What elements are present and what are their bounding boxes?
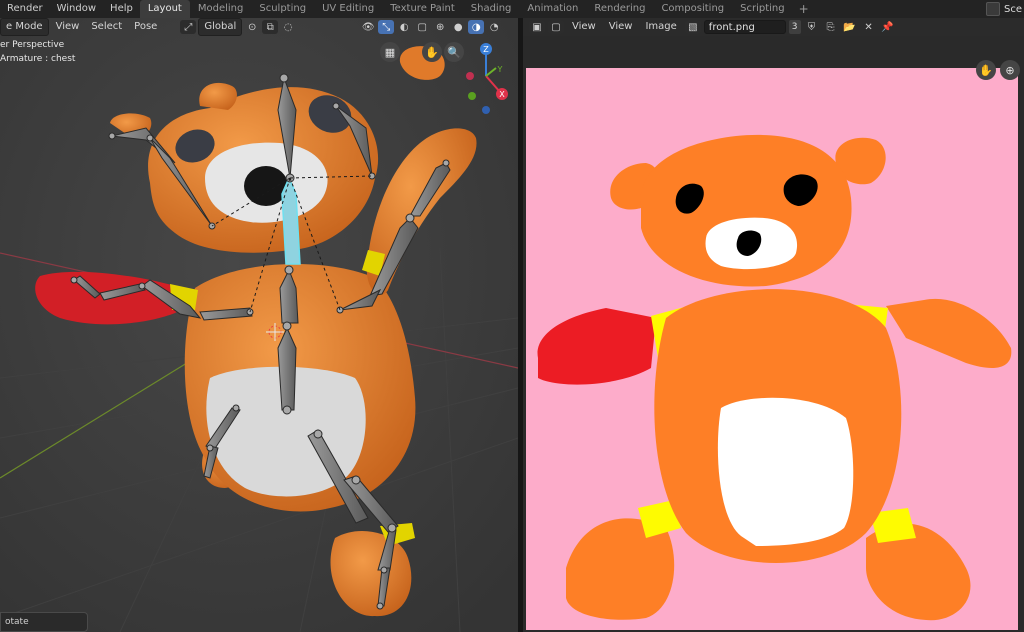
image-navigation-tools: ✋ ⊕ bbox=[976, 60, 1020, 80]
image-preview[interactable] bbox=[526, 68, 1018, 630]
tab-texture-paint[interactable]: Texture Paint bbox=[382, 0, 463, 18]
navigation-gizmo[interactable]: Z Y X bbox=[462, 40, 514, 120]
shading-wireframe-icon[interactable]: ⊕ bbox=[432, 20, 448, 34]
3d-viewport[interactable]: e Mode View Select Pose ⤢ Global ⊙ ⧉ ◌ 👁… bbox=[0, 18, 518, 632]
operator-hint: otate bbox=[0, 612, 88, 632]
overlays-icon[interactable]: ◐ bbox=[396, 20, 412, 34]
gizmo-z-label: Z bbox=[483, 45, 489, 54]
view-object-types-icon[interactable]: 👁 bbox=[360, 20, 376, 34]
menu-select[interactable]: Select bbox=[86, 19, 127, 35]
zoom-icon[interactable]: ⊕ bbox=[1000, 60, 1020, 80]
shading-material-icon[interactable]: ◑ bbox=[468, 20, 485, 34]
viewport-scene bbox=[0, 18, 518, 632]
scene-name[interactable]: Sce bbox=[1004, 4, 1022, 15]
tab-shading[interactable]: Shading bbox=[463, 0, 520, 18]
image-editor-header: ▣ ▢ View View Image ▧ front.png 3 ⛨ ⎘ 📂 … bbox=[523, 18, 1024, 36]
zoom-icon[interactable]: 🔍 bbox=[444, 42, 464, 62]
menu-view-dropdown[interactable]: View bbox=[567, 19, 601, 35]
gizmo-neg-z[interactable] bbox=[482, 106, 490, 114]
xray-icon[interactable]: ▢ bbox=[414, 20, 430, 34]
tab-compositing[interactable]: Compositing bbox=[653, 0, 732, 18]
image-filename-field[interactable]: front.png bbox=[703, 20, 786, 34]
unlink-close-icon[interactable]: ✕ bbox=[861, 20, 877, 34]
pin-icon[interactable]: 📌 bbox=[880, 20, 896, 34]
fake-user-shield-icon[interactable]: ⛨ bbox=[804, 20, 820, 34]
image-mode-icon[interactable]: ▢ bbox=[548, 20, 564, 34]
image-users-count[interactable]: 3 bbox=[788, 20, 801, 34]
new-image-icon[interactable]: ⎘ bbox=[823, 20, 839, 34]
pivot-point-icon[interactable]: ⊙ bbox=[244, 20, 260, 34]
gizmo-neg-y[interactable] bbox=[468, 92, 476, 100]
tab-modeling[interactable]: Modeling bbox=[190, 0, 252, 18]
image-browse-icon[interactable]: ▧ bbox=[684, 20, 701, 34]
editor-type-icon[interactable]: ▣ bbox=[529, 20, 545, 34]
pan-hand-icon[interactable]: ✋ bbox=[422, 42, 442, 62]
menu-window[interactable]: Window bbox=[50, 0, 103, 18]
active-object-text: Armature : chest bbox=[0, 54, 76, 64]
gizmo-y-label: Y bbox=[497, 65, 503, 74]
menu-render[interactable]: Render bbox=[0, 0, 50, 18]
menu-view[interactable]: View bbox=[604, 19, 638, 35]
show-gizmo-icon[interactable]: ⤡ bbox=[378, 20, 395, 34]
menu-view[interactable]: View bbox=[51, 19, 85, 35]
tab-animation[interactable]: Animation bbox=[519, 0, 586, 18]
gizmo-neg-x[interactable] bbox=[466, 72, 474, 80]
snap-icon[interactable]: ⧉ bbox=[262, 20, 279, 34]
image-editor[interactable]: ▣ ▢ View View Image ▧ front.png 3 ⛨ ⎘ 📂 … bbox=[523, 18, 1024, 632]
image-canvas-area[interactable]: ✋ ⊕ bbox=[523, 36, 1024, 632]
pan-hand-icon[interactable]: ✋ bbox=[976, 60, 996, 80]
menu-help[interactable]: Help bbox=[103, 0, 140, 18]
top-bar: Render Window Help Layout Modeling Sculp… bbox=[0, 0, 1024, 18]
menu-image[interactable]: Image bbox=[640, 19, 681, 35]
add-workspace-button[interactable]: + bbox=[793, 0, 815, 18]
gizmo-x-label: X bbox=[499, 90, 505, 99]
proportional-edit-icon[interactable]: ◌ bbox=[280, 20, 296, 34]
scene-browse-icon[interactable] bbox=[986, 2, 1000, 16]
interaction-mode-dropdown[interactable]: e Mode bbox=[0, 18, 49, 36]
tab-rendering[interactable]: Rendering bbox=[586, 0, 653, 18]
tab-uv-editing[interactable]: UV Editing bbox=[314, 0, 382, 18]
shading-rendered-icon[interactable]: ◔ bbox=[486, 20, 502, 34]
tab-scripting[interactable]: Scripting bbox=[732, 0, 792, 18]
transform-orientation-dropdown[interactable]: Global bbox=[198, 18, 243, 36]
menu-pose[interactable]: Pose bbox=[129, 19, 162, 35]
shading-solid-icon[interactable]: ● bbox=[450, 20, 466, 34]
transform-orientation-icon[interactable]: ⤢ bbox=[180, 20, 197, 34]
tab-sculpting[interactable]: Sculpting bbox=[251, 0, 314, 18]
view-name-text: er Perspective bbox=[0, 40, 65, 50]
front-png-image bbox=[526, 68, 1018, 630]
tab-layout[interactable]: Layout bbox=[139, 0, 190, 18]
viewport-header: e Mode View Select Pose ⤢ Global ⊙ ⧉ ◌ 👁… bbox=[0, 18, 518, 36]
toggle-grid-icon[interactable]: ▦ bbox=[380, 42, 400, 62]
open-folder-icon[interactable]: 📂 bbox=[842, 20, 858, 34]
